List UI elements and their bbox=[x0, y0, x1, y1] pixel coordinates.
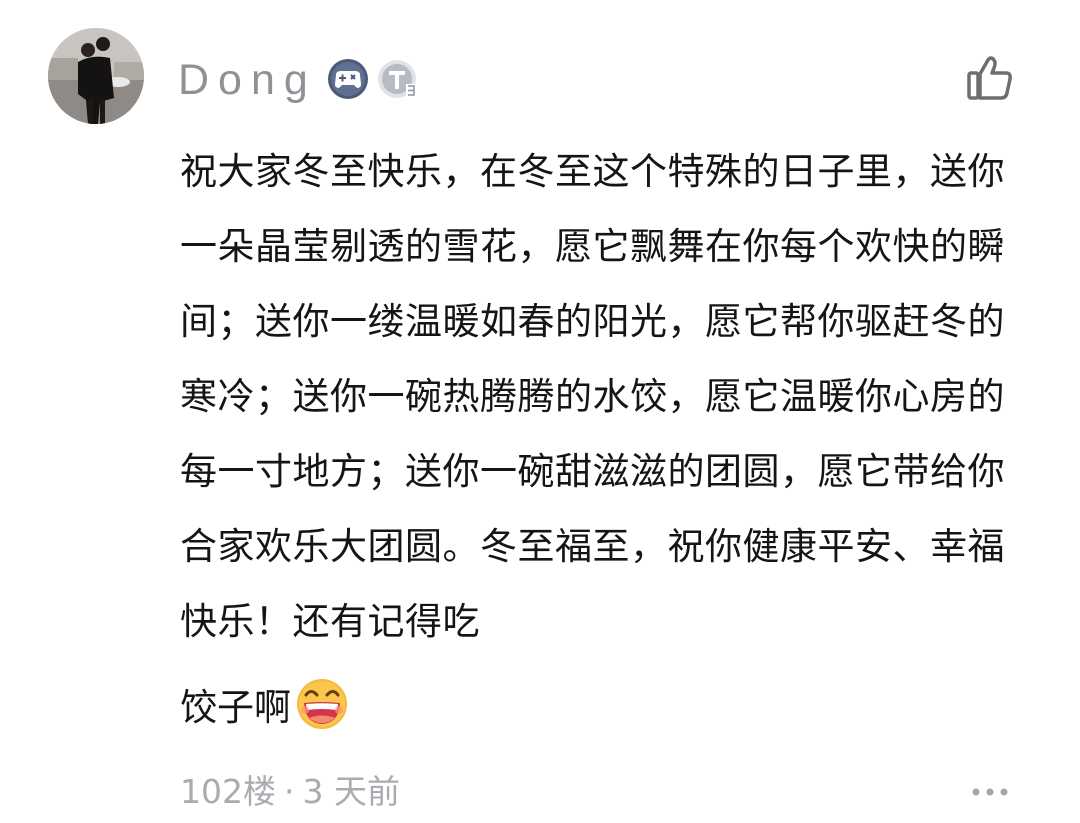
comment-meta: 102楼 · 3 天前 bbox=[180, 768, 400, 816]
grinning-face-emoji bbox=[295, 677, 349, 731]
thumbs-up-icon[interactable] bbox=[964, 52, 1016, 104]
post-time: 3 天前 bbox=[302, 772, 401, 811]
comment-last-line: 饺子啊 bbox=[180, 672, 349, 736]
floor-number: 102楼 bbox=[180, 772, 276, 811]
username[interactable]: Dong bbox=[178, 52, 317, 108]
more-dots-icon[interactable] bbox=[968, 776, 1012, 808]
comment-text: 祝大家冬至快乐，在冬至这个特殊的日子里，送你一朵晶莹剔透的雪花，愿它飘舞在你每个… bbox=[180, 150, 1005, 643]
level-t-icon bbox=[376, 58, 418, 100]
meta-separator: · bbox=[284, 772, 295, 811]
avatar[interactable] bbox=[48, 28, 144, 124]
comment-tail-text: 饺子啊 bbox=[180, 686, 291, 729]
gamepad-icon bbox=[327, 58, 369, 100]
